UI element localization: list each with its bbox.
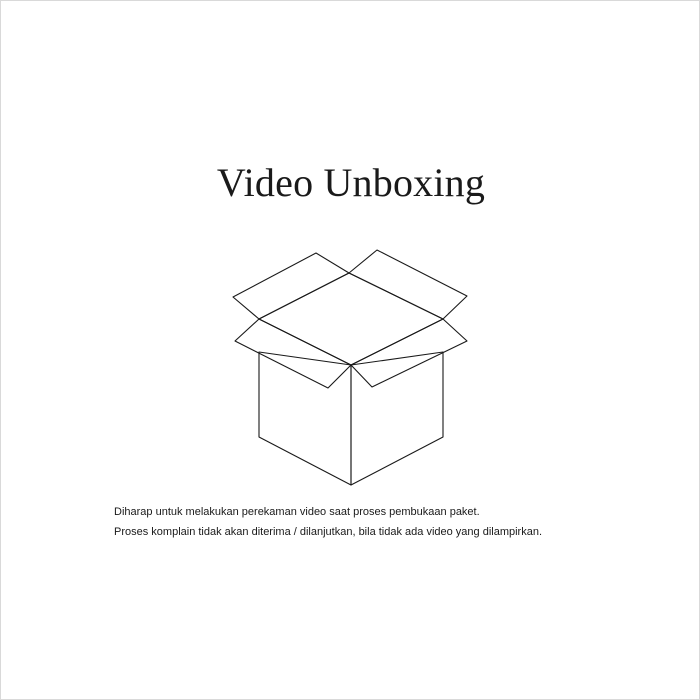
box-back-right-flap xyxy=(348,249,468,320)
box-right-face xyxy=(350,351,444,486)
box-front-right-flap xyxy=(350,318,468,388)
page-canvas: Video Unboxing Diharap untuk melakukan p… xyxy=(0,0,700,700)
notice-line-2: Proses komplain tidak akan diterima / di… xyxy=(114,526,543,538)
box-front-left-flap xyxy=(234,318,352,389)
box-opening xyxy=(258,272,444,366)
unboxing-notice: Diharap untuk melakukan perekaman video … xyxy=(114,502,634,542)
notice-line-1: Diharap untuk melakukan perekaman video … xyxy=(114,506,480,518)
open-box-icon xyxy=(232,249,468,486)
box-left-face xyxy=(258,351,352,486)
box-back-left-flap xyxy=(232,252,350,320)
page-title: Video Unboxing xyxy=(216,160,486,205)
